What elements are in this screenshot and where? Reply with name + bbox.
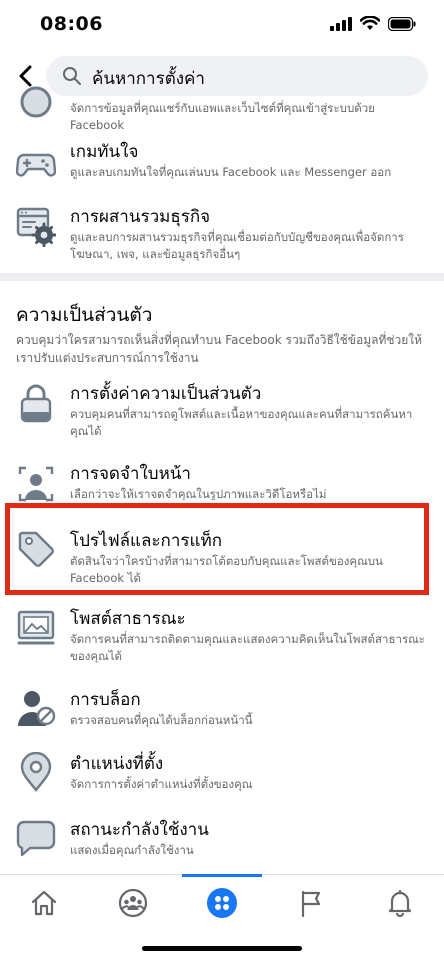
status-icons [330,16,416,31]
item-title: การผสานรวมธุรกิจ [70,207,211,227]
tab-home[interactable] [19,885,69,921]
highlight-box [5,503,429,595]
tab-groups[interactable] [108,885,158,921]
status-bar: 08:06 [0,0,444,50]
item-description: เลือกว่าจะให้เราจดจำคุณในรูปภาพและวิดีโอ… [70,487,327,500]
tab-notifications[interactable] [375,885,425,921]
section-title-privacy: ความเป็นส่วนตัว [16,304,153,326]
flag-icon [301,890,321,917]
menu-icon [207,888,237,918]
game-controller-icon [16,153,56,177]
search-value: ค้นหาการตั้งค่า [92,69,205,89]
item-description: จัดการคนที่สามารถติดตามคุณและแสดงความคิด… [70,632,425,663]
business-integrations-icon [16,207,56,247]
search-input[interactable]: ค้นหาการตั้งค่า [46,56,428,96]
list-item-face-recognition[interactable]: การจดจำใบหน้า เลือกว่าจะให้เราจดจำคุณในร… [0,460,444,502]
tab-pages[interactable] [286,885,336,921]
home-indicator [142,946,302,951]
list-item-location[interactable]: ตำแหน่งที่ตั้ง จัดการการตั้งค่าตำแหน่งที… [0,750,444,794]
chat-bubble-icon [16,820,56,857]
block-user-icon [18,691,56,726]
face-recognition-icon [18,466,54,502]
battery-icon [388,16,416,31]
cellular-signal-icon [330,16,352,31]
list-item-privacy-settings[interactable]: การตั้งค่าความเป็นส่วนตัว ควบคุมคนที่สาม… [0,380,444,440]
list-item-active-status[interactable]: สถานะกำลังใช้งาน แสดงเมื่อคุณกำลังใช้งาน [0,816,444,860]
public-posts-icon [17,610,55,645]
item-title: เกมทันใจ [70,142,139,162]
status-time: 08:06 [40,13,103,35]
item-title: การบล็อก [70,690,141,710]
list-item-business-integrations[interactable]: การผสานรวมธุรกิจ ดูและลบการผสานรวมธุรกิจ… [0,203,444,265]
item-description: จัดการการตั้งค่าตำแหน่งที่ตั้งของคุณ [70,777,253,791]
tab-menu[interactable] [197,885,247,921]
item-description: ดูและลบเกมทันใจที่คุณเล่นบน Facebook และ… [70,165,392,179]
item-description: จัดการข้อมูลที่คุณแชร์กับแอพและเว็บไซต์ท… [70,101,375,132]
search-header: ค้นหาการตั้งค่า [0,52,444,100]
bell-icon [388,889,412,917]
lock-icon [20,384,52,423]
wifi-icon [360,16,380,30]
item-title: โพสต์สาธารณะ [70,609,186,629]
item-title: การจดจำใบหน้า [70,464,191,484]
item-description: ดูและลบการผสานรวมธุรกิจที่คุณเชื่อมต่อกั… [70,230,404,261]
item-title: การตั้งค่าความเป็นส่วนตัว [70,384,262,404]
home-icon [31,890,57,916]
list-item-apps-websites[interactable]: จัดการข้อมูลที่คุณแชร์กับแอพและเว็บไซต์ท… [0,86,444,132]
item-description: ควบคุมคนที่สามารถดูโพสต์และเนื้อหาของคุณ… [70,407,413,438]
active-tab-indicator [182,874,262,877]
section-description-privacy: ควบคุมว่าใครสามารถเห็นสิ่งที่คุณทำบน Fac… [16,333,423,365]
item-description: แสดงเมื่อคุณกำลังใช้งาน [70,843,194,857]
item-description: ตรวจสอบคนที่คุณได้บล็อกก่อนหน้านี้ [70,713,253,727]
groups-icon [118,888,148,918]
list-item-blocking[interactable]: การบล็อก ตรวจสอบคนที่คุณได้บล็อกก่อนหน้า… [0,686,444,730]
apps-websites-icon [20,86,52,118]
list-item-public-posts[interactable]: โพสต์สาธารณะ จัดการคนที่สามารถติดตามคุณแ… [0,605,444,665]
section-divider [0,273,444,281]
list-item-instant-games[interactable]: เกมทันใจ ดูและลบเกมทันใจที่คุณเล่นบน Fac… [0,138,444,188]
item-title: ตำแหน่งที่ตั้ง [70,754,164,774]
search-icon [63,67,81,85]
item-title: สถานะกำลังใช้งาน [70,820,209,840]
location-pin-icon [20,752,52,792]
